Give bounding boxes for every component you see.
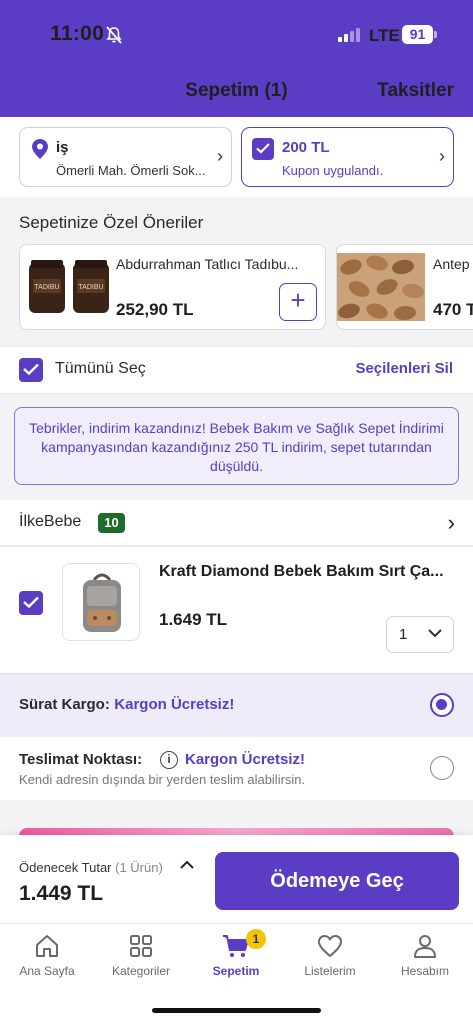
bell-muted-icon [106, 26, 122, 44]
info-icon[interactable]: i [160, 751, 178, 769]
chevron-right-icon: › [439, 146, 445, 166]
quantity-select[interactable] [386, 616, 454, 653]
chevron-down-icon [428, 629, 442, 638]
select-all-checkbox[interactable] [19, 358, 43, 382]
product-price: 1.649 TL [159, 610, 228, 629]
user-icon [414, 935, 436, 958]
shipping-free-text: Kargon Ücretsiz! [114, 696, 235, 713]
quantity-value: 1 [399, 626, 408, 643]
product-name[interactable]: Kraft Diamond Bebek Bakım Sırt Ça... [159, 563, 444, 581]
recommendations-title: Sepetinize Özel Öneriler [19, 213, 204, 232]
select-all-label[interactable]: Tümünü Seç [55, 360, 146, 378]
tab-label: Kategoriler [111, 964, 171, 978]
coupon-check-icon [252, 138, 274, 160]
tab-label: Hesabım [400, 964, 450, 978]
address-card[interactable]: iş Ömerli Mah. Ömerli Sok... › [19, 127, 232, 187]
add-to-cart-button[interactable]: + [279, 283, 317, 321]
battery-icon: 91 [402, 25, 433, 44]
total-label-text: Ödenecek Tutar [19, 860, 112, 875]
seller-name[interactable]: İlkeBebe [19, 513, 81, 531]
tab-account[interactable]: Hesabım [378, 928, 472, 988]
delete-selected-button[interactable]: Seçilenleri Sil [355, 360, 453, 377]
product-thumbnail[interactable] [62, 563, 140, 641]
recommendation-price: 252,90 TL [116, 300, 194, 319]
item-checkbox[interactable] [19, 591, 43, 615]
coupon-card[interactable]: 200 TL Kupon uygulandı. › [241, 127, 454, 187]
tab-categories[interactable]: Kategoriler [94, 928, 188, 988]
total-item-count: (1 Ürün) [115, 860, 163, 875]
recommendation-name: Antep [433, 256, 470, 272]
status-time: 11:00 [50, 22, 105, 45]
total-amount: 1.449 TL [19, 882, 104, 905]
home-indicator [152, 1008, 321, 1013]
coffee-jars-image: TADIBU TADIBU [29, 260, 109, 313]
nuts-image [337, 253, 425, 321]
installments-link[interactable]: Taksitler [377, 80, 454, 102]
coupon-subtitle: Kupon uygulandı. [282, 163, 384, 178]
shipping-radio-selected[interactable] [430, 693, 454, 717]
recommendation-price: 470 T [433, 300, 473, 319]
chevron-right-icon: › [217, 146, 223, 166]
seller-rating-badge: 10 [98, 513, 125, 533]
backpack-image [83, 573, 121, 632]
address-title: iş [56, 139, 69, 156]
cart-count-badge: 1 [246, 929, 266, 949]
location-pin-icon [32, 139, 48, 159]
chevron-right-icon[interactable]: › [448, 510, 455, 536]
tab-cart[interactable]: Sepetim [189, 928, 283, 988]
shipping-option-pickup[interactable] [0, 737, 473, 800]
grid-icon [130, 935, 152, 957]
pickup-label: Teslimat Noktası: [19, 751, 143, 768]
total-label: Ödenecek Tutar (1 Ürün) [19, 860, 163, 875]
shipping-radio-unselected[interactable] [430, 756, 454, 780]
recommendation-card[interactable]: TADIBU TADIBU Abdurrahman Tatlıcı Tadıbu… [19, 244, 326, 330]
recommendation-name: Abdurrahman Tatlıcı Tadıbu... [116, 256, 299, 272]
coupon-title: 200 TL [282, 139, 330, 156]
pickup-free-text: Kargon Ücretsiz! [185, 751, 306, 768]
address-subtitle: Ömerli Mah. Ömerli Sok... [56, 163, 206, 178]
heart-icon [318, 935, 342, 957]
signal-icon [338, 28, 362, 42]
svg-text:TADIBU: TADIBU [34, 284, 59, 291]
tab-label: Sepetim [212, 964, 260, 978]
tab-label: Ana Sayfa [19, 964, 75, 978]
home-icon [36, 935, 58, 957]
tab-home[interactable]: Ana Sayfa [0, 928, 94, 988]
battery-nub [434, 31, 437, 38]
shipping-option-1-text: Sürat Kargo: Kargon Ücretsiz! [19, 696, 234, 714]
recommendation-card[interactable]: Antep 470 T [336, 244, 473, 330]
tab-label: Listelerim [304, 964, 356, 978]
svg-text:TADIBU: TADIBU [78, 284, 103, 291]
checkout-button[interactable]: Ödemeye Geç [215, 852, 459, 910]
chevron-up-icon[interactable] [180, 860, 194, 870]
shipping-label: Sürat Kargo: [19, 696, 110, 713]
discount-info-box: Tebrikler, indirim kazandınız! Bebek Bak… [14, 407, 459, 485]
pickup-subtitle: Kendi adresin dışında bir yerden teslim … [19, 772, 306, 787]
tab-lists[interactable]: Listelerim [283, 928, 377, 988]
network-type: LTE [369, 26, 400, 45]
